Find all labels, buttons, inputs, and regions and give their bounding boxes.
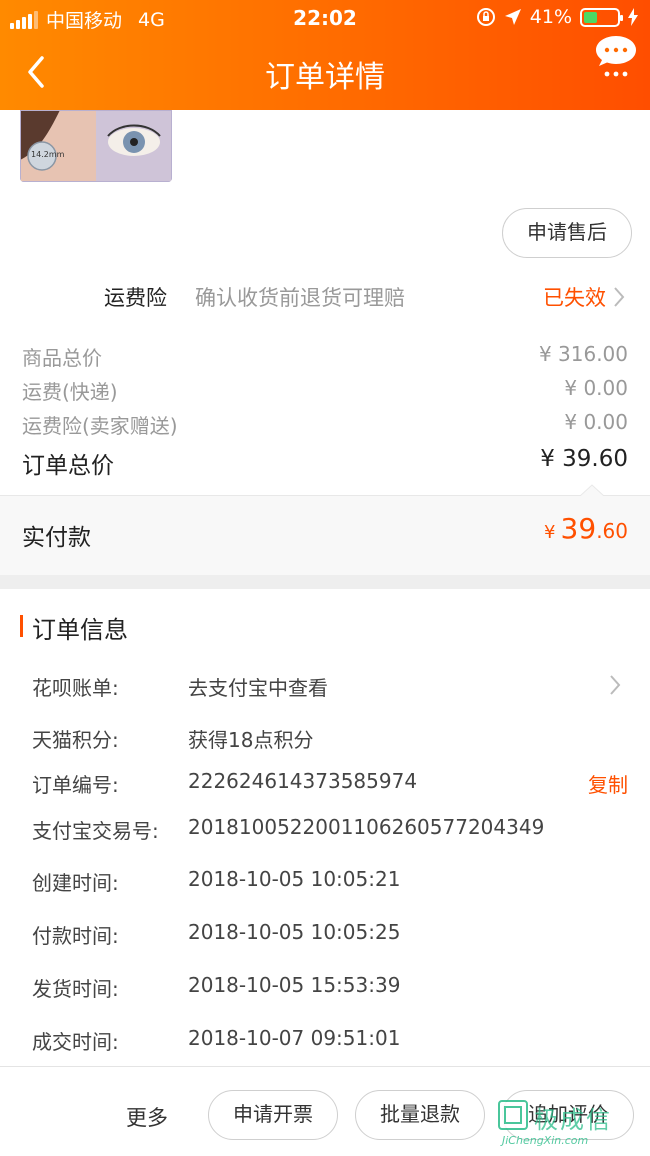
price-line: 运费(快递) ¥ 0.00 bbox=[22, 376, 628, 406]
info-value: 2018100522001106260577204349 bbox=[188, 815, 545, 839]
paid-decimal: .60 bbox=[596, 519, 628, 543]
caret-up-icon bbox=[580, 484, 604, 496]
info-key: 花呗账单: bbox=[32, 676, 119, 700]
info-row-created: 创建时间: 2018-10-05 10:05:21 bbox=[32, 867, 628, 897]
product-lens-size: 14.2mm bbox=[31, 150, 65, 159]
batch-refund-label: 批量退款 bbox=[380, 1102, 460, 1126]
price-line-value: ¥ 0.00 bbox=[564, 410, 628, 434]
price-line-label: 运费险(卖家赠送) bbox=[22, 414, 178, 438]
price-line-value: ¥ 316.00 bbox=[538, 342, 628, 366]
more-button[interactable] bbox=[594, 34, 638, 80]
chevron-right-icon bbox=[610, 675, 621, 695]
watermark-badge-icon bbox=[498, 1100, 528, 1130]
product-image bbox=[20, 110, 172, 182]
status-bar: 中国移动 4G 22:02 41% bbox=[0, 0, 650, 36]
freight-insurance-desc: 确认收货前退货可理赔 bbox=[195, 286, 405, 310]
product-thumbnail[interactable]: 14.2mm bbox=[20, 110, 172, 182]
info-key: 支付宝交易号: bbox=[32, 819, 159, 843]
order-info-title-text: 订单信息 bbox=[32, 616, 128, 644]
freight-insurance-row[interactable]: 运费险 确认收货前退货可理赔 已失效 bbox=[0, 276, 650, 316]
more-dots-icon bbox=[596, 36, 636, 77]
after-sale-button[interactable]: 申请售后 bbox=[502, 208, 632, 258]
info-key: 发货时间: bbox=[32, 977, 119, 1001]
battery-percent: 41% bbox=[529, 6, 572, 28]
price-line-value: ¥ 0.00 bbox=[564, 376, 628, 400]
order-total-label: 订单总价 bbox=[22, 453, 114, 479]
info-value: 222624614373585974 bbox=[188, 769, 418, 793]
price-line: 运费险(卖家赠送) ¥ 0.00 bbox=[22, 410, 628, 440]
info-value: 2018-10-05 10:05:21 bbox=[188, 867, 401, 891]
section-divider bbox=[0, 575, 650, 589]
page-title: 订单详情 bbox=[265, 60, 385, 95]
info-value: 2018-10-05 10:05:25 bbox=[188, 920, 401, 944]
info-row-alipay-trade: 支付宝交易号: 2018100522001106260577204349 bbox=[32, 815, 628, 845]
copy-button[interactable]: 复制 bbox=[588, 769, 628, 798]
paid-amount-section: 实付款 ¥ 39.60 bbox=[0, 484, 650, 575]
info-key: 天猫积分: bbox=[32, 728, 119, 752]
info-row-order-number: 订单编号: 222624614373585974 复制 bbox=[32, 769, 628, 799]
watermark-logo: 极成信 JiChengXin.com bbox=[496, 1100, 646, 1150]
info-value: 获得18点积分 bbox=[188, 728, 314, 752]
paid-value: ¥ 39.60 bbox=[544, 512, 628, 545]
after-sale-label: 申请售后 bbox=[527, 220, 607, 244]
app-header: 中国移动 4G 22:02 41% 订单详情 bbox=[0, 0, 650, 110]
battery-icon bbox=[580, 7, 623, 27]
info-row-shipped-time: 发货时间: 2018-10-05 15:53:39 bbox=[32, 973, 628, 1003]
info-row-huabei[interactable]: 花呗账单: 去支付宝中查看 bbox=[32, 672, 628, 702]
info-key: 创建时间: bbox=[32, 871, 119, 895]
info-row-completed-time: 成交时间: 2018-10-07 09:51:01 bbox=[32, 1026, 628, 1056]
more-actions-button[interactable]: 更多 bbox=[126, 1102, 168, 1132]
paid-label: 实付款 bbox=[22, 525, 91, 551]
price-line: 商品总价 ¥ 316.00 bbox=[22, 342, 628, 372]
info-value: 去支付宝中查看 bbox=[188, 676, 328, 700]
info-row-points: 天猫积分: 获得18点积分 bbox=[32, 724, 628, 754]
info-value: 2018-10-05 15:53:39 bbox=[188, 973, 401, 997]
invoice-label: 申请开票 bbox=[233, 1102, 313, 1126]
chevron-right-icon bbox=[614, 287, 625, 307]
location-icon bbox=[504, 9, 521, 25]
batch-refund-button[interactable]: 批量退款 bbox=[355, 1090, 485, 1140]
price-line-label: 运费(快递) bbox=[22, 380, 118, 404]
info-value: 2018-10-07 09:51:01 bbox=[188, 1026, 401, 1050]
invoice-button[interactable]: 申请开票 bbox=[208, 1090, 338, 1140]
freight-insurance-label: 运费险 bbox=[104, 286, 167, 310]
freight-insurance-status: 已失效 bbox=[543, 286, 606, 310]
order-total-value: ¥ 39.60 bbox=[540, 446, 628, 472]
orientation-lock-icon bbox=[476, 8, 495, 26]
watermark-text: 极成信 bbox=[534, 1106, 612, 1134]
paid-integer: 39 bbox=[560, 512, 597, 545]
info-key: 成交时间: bbox=[32, 1030, 119, 1054]
price-line-label: 商品总价 bbox=[22, 346, 102, 370]
order-total: 订单总价 ¥ 39.60 bbox=[22, 446, 628, 482]
charging-icon bbox=[628, 8, 638, 26]
watermark-url: JiChengXin.com bbox=[502, 1134, 589, 1147]
paid-currency: ¥ bbox=[544, 522, 556, 543]
info-row-paid-time: 付款时间: 2018-10-05 10:05:25 bbox=[32, 920, 628, 950]
info-key: 付款时间: bbox=[32, 924, 119, 948]
info-key: 订单编号: bbox=[32, 773, 119, 797]
order-info-title: 订单信息 bbox=[20, 610, 128, 645]
